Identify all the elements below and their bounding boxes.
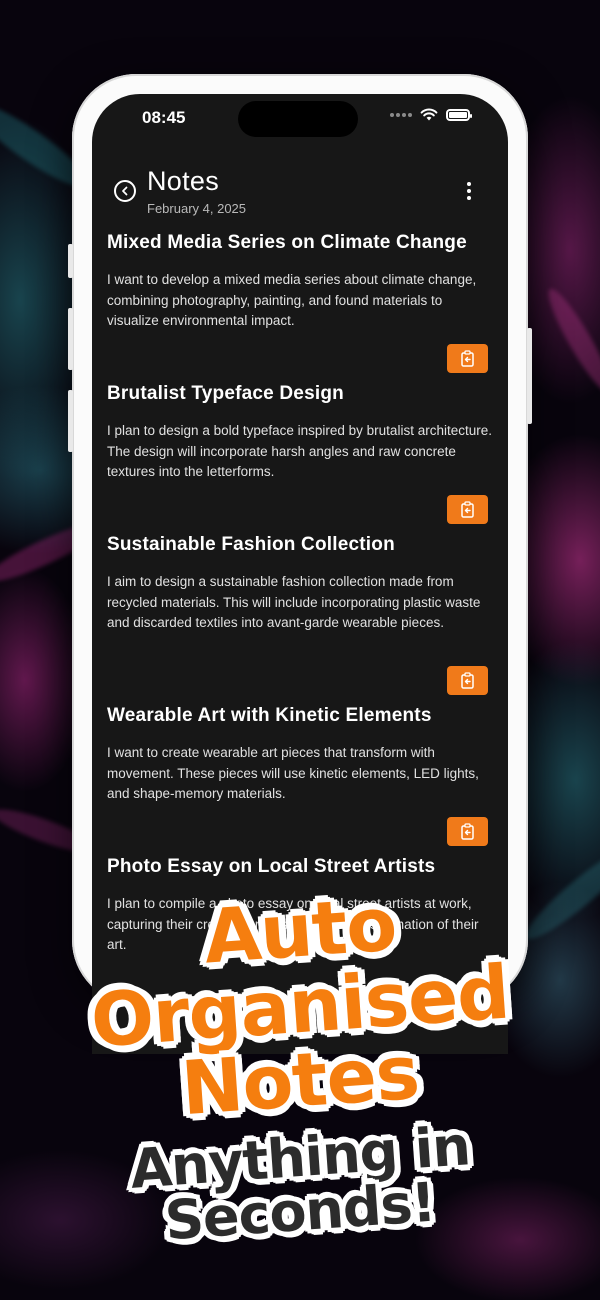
battery-icon bbox=[446, 108, 472, 121]
dynamic-island bbox=[238, 101, 358, 137]
copy-note-button[interactable] bbox=[447, 817, 488, 846]
clipboard-copy-icon bbox=[461, 501, 474, 518]
clipboard-copy-icon bbox=[461, 350, 474, 367]
status-bar: 08:45 bbox=[92, 94, 508, 144]
copy-note-button[interactable] bbox=[447, 495, 488, 524]
phone-volume-up-button bbox=[68, 308, 73, 370]
signal-icon bbox=[390, 112, 412, 117]
chevron-left-icon bbox=[122, 186, 128, 196]
more-vertical-icon bbox=[467, 182, 471, 186]
back-button[interactable] bbox=[114, 180, 136, 202]
clipboard-copy-icon bbox=[461, 823, 474, 840]
phone-volume-down-button bbox=[68, 390, 73, 452]
note-item[interactable]: Mixed Media Series on Climate Change I w… bbox=[107, 232, 493, 332]
note-title: Mixed Media Series on Climate Change bbox=[107, 232, 467, 253]
note-body: I want to create wearable art pieces tha… bbox=[107, 745, 479, 801]
wifi-icon bbox=[420, 108, 438, 121]
promo-headline: Auto Organised Notes Anything in Seconds… bbox=[0, 880, 600, 1280]
note-item[interactable]: Sustainable Fashion Collection I aim to … bbox=[107, 534, 493, 634]
copy-note-button[interactable] bbox=[447, 344, 488, 373]
note-title: Wearable Art with Kinetic Elements bbox=[107, 705, 432, 726]
note-title: Brutalist Typeface Design bbox=[107, 383, 344, 404]
phone-power-button bbox=[527, 328, 532, 424]
note-body: I aim to design a sustainable fashion co… bbox=[107, 574, 481, 630]
copy-note-button[interactable] bbox=[447, 666, 488, 695]
note-title: Sustainable Fashion Collection bbox=[107, 534, 395, 555]
more-options-button[interactable] bbox=[466, 182, 472, 202]
note-body: I want to develop a mixed media series a… bbox=[107, 272, 477, 328]
clipboard-copy-icon bbox=[461, 672, 474, 689]
page-title: Notes bbox=[147, 166, 220, 196]
note-item[interactable]: Wearable Art with Kinetic Elements I wan… bbox=[107, 705, 493, 805]
notes-header: Notes February 4, 2025 bbox=[92, 164, 508, 224]
note-item[interactable]: Brutalist Typeface Design I plan to desi… bbox=[107, 383, 493, 483]
page-date: February 4, 2025 bbox=[147, 201, 247, 216]
phone-side-button bbox=[68, 244, 73, 278]
status-time: 08:45 bbox=[142, 108, 186, 127]
note-title: Photo Essay on Local Street Artists bbox=[107, 856, 436, 877]
note-body: I plan to design a bold typeface inspire… bbox=[107, 423, 492, 479]
status-icons bbox=[390, 108, 472, 121]
